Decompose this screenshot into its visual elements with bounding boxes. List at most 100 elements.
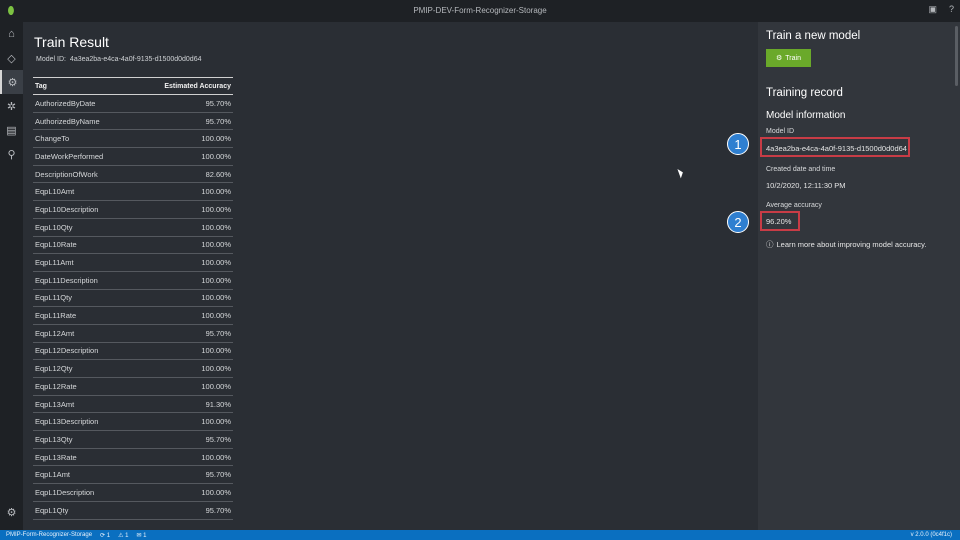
table-row: EqpL10Qty 100.00%: [33, 219, 233, 237]
tag-cell: ChangeTo: [35, 134, 70, 144]
left-nav: ⌂ ◇ ⚙ ✲ ▤ ⚲ ⚙: [0, 22, 23, 530]
model-id-label: Model ID: [766, 128, 795, 135]
tag-cell: EqpL13Rate: [35, 452, 77, 462]
table-row: EqpL13Description 100.00%: [33, 413, 233, 432]
accuracy-cell: 82.60%: [205, 169, 231, 179]
table-row: EqpL12Amt 95.70%: [33, 325, 233, 343]
accuracy-cell: 100.00%: [201, 258, 231, 268]
table-row: EqpL1Amt 95.70%: [33, 466, 233, 485]
accuracy-cell: 100.00%: [201, 452, 231, 462]
status-storage[interactable]: PMIP-Form-Recognizer-Storage: [6, 532, 92, 538]
callout-2: 2: [727, 211, 749, 233]
window-title: PMIP-DEV-Form-Recognizer-Storage: [413, 6, 547, 15]
document-icon[interactable]: ▤: [0, 118, 23, 142]
callout-1: 1: [727, 133, 749, 155]
tag-cell: DescriptionOfWork: [35, 169, 98, 179]
tag-cell: EqpL12Description: [35, 346, 99, 356]
train-icon[interactable]: ⚙: [0, 70, 23, 94]
tag-cell: EqpL13Description: [35, 417, 99, 427]
table-row: EqpL12Description 100.00%: [33, 343, 233, 361]
accuracy-cell: 100.00%: [201, 381, 231, 391]
accuracy-column-header: Estimated Accuracy: [164, 82, 231, 90]
accuracy-cell: 100.00%: [201, 240, 231, 250]
title-bar-actions: ▣ ?: [928, 4, 954, 15]
table-row: EqpL1Description 100.00%: [33, 484, 233, 502]
settings-icon[interactable]: ⚙: [0, 500, 23, 524]
accuracy-cell: 95.70%: [205, 434, 231, 444]
accuracy-cell: 95.70%: [205, 505, 231, 515]
table-row: DateWorkPerformed 100.00%: [33, 148, 233, 166]
table-row: AuthorizedByDate 95.70%: [33, 95, 233, 113]
model-icon[interactable]: ✲: [0, 94, 23, 118]
tag-cell: EqpL1Qty: [35, 505, 69, 515]
table-row: DescriptionOfWork 82.60%: [33, 166, 233, 184]
tag-cell: DateWorkPerformed: [35, 151, 104, 161]
accuracy-cell: 100.00%: [201, 134, 231, 144]
tag-cell: EqpL12Rate: [35, 381, 77, 391]
tag-column-header: Tag: [35, 82, 47, 90]
tag-cell: EqpL11Description: [35, 275, 98, 285]
accuracy-cell: 95.70%: [205, 328, 231, 338]
accuracy-cell: 100.00%: [201, 311, 231, 321]
table-row: EqpL11Qty 100.00%: [33, 290, 233, 308]
table-row: EqpL10Rate 100.00%: [33, 237, 233, 255]
tag-cell: EqpL10Rate: [35, 240, 77, 250]
tag-cell: EqpL13Qty: [35, 434, 73, 444]
info-icon: ⓘ: [766, 240, 774, 249]
new-model-title: Train a new model: [766, 30, 861, 42]
status-version: v 2.0.0 (0c4f1c): [910, 532, 952, 538]
connection-icon[interactable]: ⚲: [0, 142, 23, 166]
accuracy-cell: 100.00%: [201, 222, 231, 232]
accuracy-cell: 100.00%: [201, 417, 231, 427]
train-button-label: Train: [785, 54, 801, 62]
table-row: EqpL10Description 100.00%: [33, 201, 233, 219]
table-row: EqpL12Rate 100.00%: [33, 378, 233, 396]
status-item-2: ⚠ 1: [118, 532, 129, 539]
table-row: EqpL11Description 100.00%: [33, 272, 233, 290]
accuracy-table: Tag Estimated Accuracy AuthorizedByDate 9…: [33, 77, 233, 520]
help-icon[interactable]: ?: [949, 4, 954, 15]
accuracy-cell: 100.00%: [201, 293, 231, 303]
home-icon[interactable]: ⌂: [0, 22, 23, 46]
tag-icon[interactable]: ◇: [0, 46, 23, 70]
status-item-3: ✉ 1: [136, 532, 147, 539]
model-id-value: 4a3ea2ba-e4ca-4a0f-9135-d1500d0d0d64: [69, 56, 202, 63]
train-result-panel: Train Result Model ID: 4a3ea2ba-e4ca-4a0…: [23, 22, 758, 530]
created-label: Created date and time: [766, 166, 836, 173]
title-bar: ⬮ PMIP-DEV-Form-Recognizer-Storage ▣ ?: [0, 0, 960, 22]
table-row: EqpL10Amt 100.00%: [33, 183, 233, 202]
created-value: 10/2/2020, 12:11:30 PM: [766, 181, 846, 190]
accuracy-cell: 100.00%: [201, 346, 231, 356]
table-row: EqpL11Amt 100.00%: [33, 254, 233, 272]
tag-cell: EqpL1Description: [35, 487, 95, 497]
table-row: EqpL12Qty 100.00%: [33, 360, 233, 378]
learn-more-link[interactable]: ⓘ Learn more about improving model accur…: [766, 239, 926, 250]
model-id-highlight: [760, 137, 910, 157]
average-accuracy-label: Average accuracy: [766, 202, 822, 209]
accuracy-cell: 100.00%: [201, 487, 231, 497]
model-id-line: Model ID: 4a3ea2ba-e4ca-4a0f-9135-d1500d…: [34, 56, 201, 63]
tag-cell: AuthorizedByName: [35, 116, 100, 126]
learn-more-text: Learn more about improving model accurac…: [776, 240, 927, 249]
train-button-icon: ⚙: [776, 55, 783, 62]
tag-cell: AuthorizedByDate: [35, 98, 96, 108]
feedback-icon[interactable]: ▣: [928, 4, 937, 15]
tag-cell: EqpL11Amt: [35, 258, 74, 268]
accuracy-cell: 100.00%: [201, 275, 231, 285]
tag-cell: EqpL10Amt: [35, 187, 75, 197]
train-button[interactable]: ⚙ Train: [766, 49, 811, 67]
accuracy-cell: 95.70%: [205, 98, 231, 108]
tag-cell: EqpL1Amt: [35, 470, 71, 480]
accuracy-cell: 95.70%: [205, 116, 231, 126]
tag-cell: EqpL11Rate: [35, 311, 77, 321]
tag-cell: EqpL13Amt: [35, 399, 75, 409]
table-row: ChangeTo 100.00%: [33, 130, 233, 149]
accuracy-cell: 100.00%: [201, 187, 231, 197]
tag-cell: EqpL12Qty: [35, 364, 73, 374]
accuracy-cell: 100.00%: [201, 151, 231, 161]
table-row: EqpL13Qty 95.70%: [33, 431, 233, 449]
side-panel-scrollbar[interactable]: [955, 26, 958, 86]
table-header: Tag Estimated Accuracy: [33, 77, 233, 95]
status-bar: PMIP-Form-Recognizer-Storage ⟳ 1 ⚠ 1 ✉ 1…: [0, 530, 960, 540]
table-row: EqpL11Rate 100.00%: [33, 307, 233, 325]
